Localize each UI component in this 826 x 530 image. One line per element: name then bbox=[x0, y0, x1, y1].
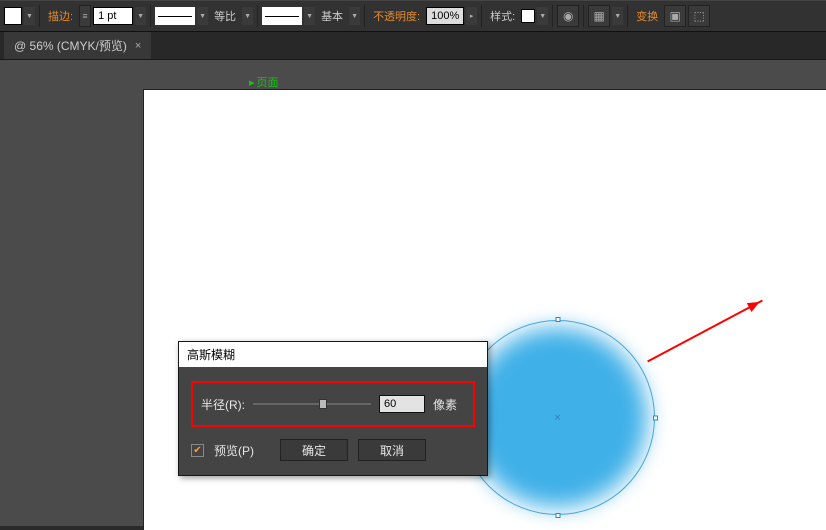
profile-flyout[interactable]: ▼ bbox=[349, 7, 360, 25]
separator bbox=[364, 5, 365, 27]
dash-label: 等比 bbox=[210, 8, 240, 24]
separator bbox=[39, 5, 40, 27]
style-swatch[interactable] bbox=[521, 9, 535, 23]
selection-handle-right[interactable] bbox=[653, 415, 658, 420]
align-dropdown[interactable]: ▼ bbox=[612, 7, 623, 25]
stroke-dash-swatch[interactable] bbox=[155, 7, 195, 25]
gaussian-blur-dialog: 高斯模糊 半径(R): 像素 ✔ 预览(P) 确定 取消 bbox=[178, 341, 488, 476]
style-dropdown[interactable]: ▼ bbox=[537, 7, 548, 25]
profile-label: 基本 bbox=[317, 8, 347, 24]
separator bbox=[257, 5, 258, 27]
fill-dropdown[interactable]: ▼ bbox=[24, 7, 35, 25]
fill-swatch[interactable] bbox=[4, 7, 22, 25]
preview-checkbox[interactable]: ✔ bbox=[191, 444, 204, 457]
separator bbox=[627, 5, 628, 27]
dialog-button-row: ✔ 预览(P) 确定 取消 bbox=[191, 439, 475, 461]
document-tabbar: @ 56% (CMYK/预览) × bbox=[0, 32, 826, 60]
opacity-dropdown[interactable]: ▸ bbox=[466, 7, 477, 25]
stroke-dash-dropdown[interactable]: ▼ bbox=[197, 7, 208, 25]
tab-title: @ 56% (CMYK/预览) bbox=[14, 37, 127, 54]
document-tab[interactable]: @ 56% (CMYK/预览) × bbox=[4, 32, 151, 59]
profile-dropdown[interactable]: ▼ bbox=[304, 7, 315, 25]
separator bbox=[583, 5, 584, 27]
stroke-decrement[interactable]: ≡ bbox=[79, 5, 91, 27]
selected-circle[interactable]: ✕ bbox=[460, 320, 655, 515]
radius-input[interactable] bbox=[379, 395, 425, 413]
stroke-weight-input[interactable] bbox=[93, 7, 133, 25]
radius-row: 半径(R): 像素 bbox=[191, 381, 475, 427]
stroke-weight-dropdown[interactable]: ▼ bbox=[135, 7, 146, 25]
dialog-body: 半径(R): 像素 ✔ 预览(P) 确定 取消 bbox=[179, 367, 487, 475]
page-indicator: ▸ 页面 bbox=[249, 74, 279, 90]
dialog-title: 高斯模糊 bbox=[179, 342, 487, 367]
workspace: ▸ 页面 ✕ 高斯模糊 半径(R): 像素 ✔ 预览(P) bbox=[0, 60, 826, 526]
separator bbox=[552, 5, 553, 27]
opacity-input[interactable] bbox=[426, 7, 464, 25]
radius-slider[interactable] bbox=[253, 403, 371, 405]
style-label: 样式: bbox=[486, 8, 519, 24]
selection-handle-bottom[interactable] bbox=[555, 513, 560, 518]
selection-handle-top[interactable] bbox=[555, 317, 560, 322]
transform-label: 变换 bbox=[632, 8, 662, 24]
profile-swatch[interactable] bbox=[262, 7, 302, 25]
page-indicator-label: 页面 bbox=[257, 74, 279, 90]
separator bbox=[481, 5, 482, 27]
close-icon[interactable]: × bbox=[135, 40, 141, 52]
stroke-label: 描边: bbox=[44, 8, 77, 24]
transform-icon-1[interactable]: ▣ bbox=[664, 5, 686, 27]
dash-flyout[interactable]: ▼ bbox=[242, 7, 253, 25]
transform-icon-2[interactable]: ⬚ bbox=[688, 5, 710, 27]
recolor-icon[interactable]: ◉ bbox=[557, 5, 579, 27]
selection-center[interactable]: ✕ bbox=[554, 412, 562, 423]
cancel-button[interactable]: 取消 bbox=[358, 439, 426, 461]
radius-label: 半径(R): bbox=[201, 396, 245, 413]
opacity-label: 不透明度: bbox=[369, 8, 424, 24]
align-icon[interactable]: ▦ bbox=[588, 5, 610, 27]
options-toolbar: ▼ 描边: ≡ ▼ ▼ 等比 ▼ ▼ 基本 ▼ 不透明度: ▸ 样式: ▼ ◉ … bbox=[0, 0, 826, 32]
separator bbox=[150, 5, 151, 27]
radius-unit: 像素 bbox=[433, 396, 457, 413]
page-indicator-arrow: ▸ bbox=[249, 76, 255, 89]
radius-slider-thumb[interactable] bbox=[319, 399, 327, 409]
ok-button[interactable]: 确定 bbox=[280, 439, 348, 461]
preview-label: 预览(P) bbox=[214, 442, 254, 459]
